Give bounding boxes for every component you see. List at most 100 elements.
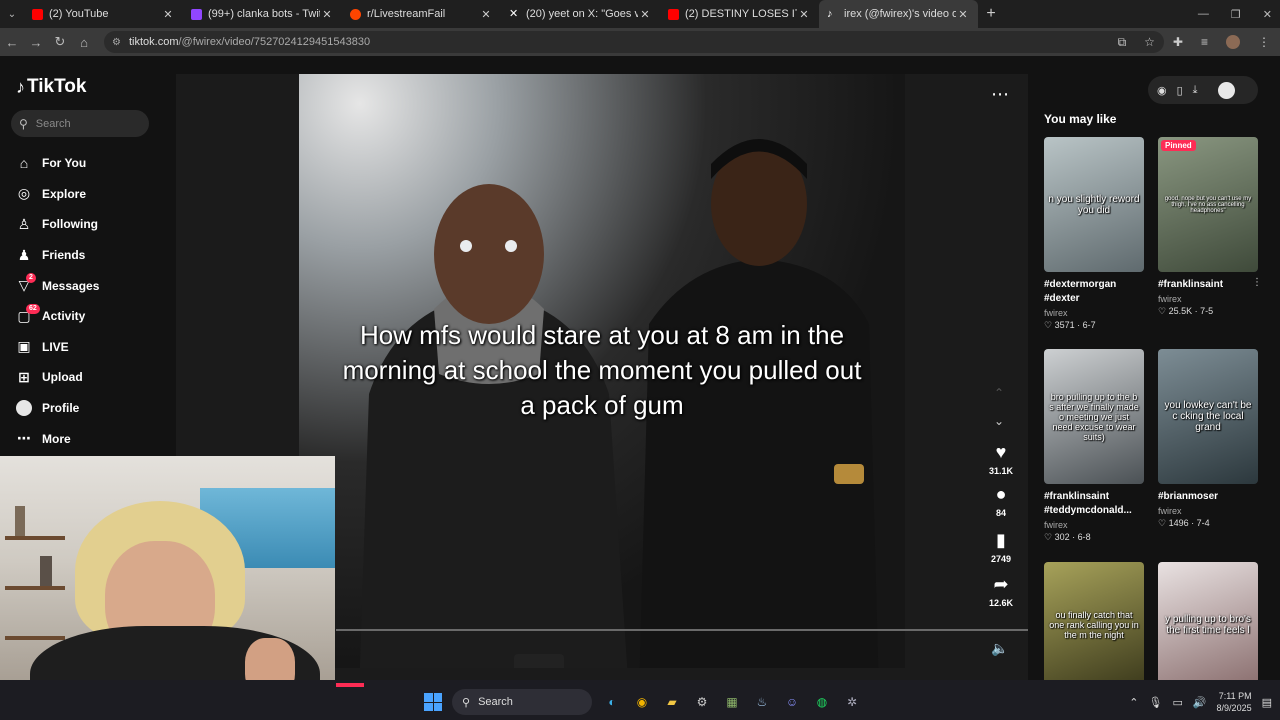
video-thumbnail[interactable]: y pulling up to bro's the first time fee… bbox=[1158, 562, 1258, 687]
video-thumbnail[interactable]: bro pulling up to the b s after we final… bbox=[1044, 349, 1144, 484]
sidebar-item-friends[interactable]: ♟ Friends bbox=[16, 240, 99, 271]
back-icon[interactable]: ← bbox=[0, 35, 24, 50]
tiktok-logo[interactable]: ♪ TikTok bbox=[16, 76, 86, 98]
video-card[interactable]: y pulling up to bro's the first time fee… bbox=[1158, 562, 1258, 687]
minimize-icon[interactable]: — bbox=[1198, 8, 1209, 20]
video-card[interactable]: n you slightly reword you did #dextermor… bbox=[1044, 137, 1144, 331]
tray-overflow-icon[interactable]: ⌃ bbox=[1129, 696, 1138, 709]
sidebar-item-activity[interactable]: ▢ 62 Activity bbox=[16, 301, 99, 332]
microphone-icon[interactable]: 🎙 bbox=[1148, 696, 1162, 709]
tab-close-icon[interactable]: ✕ bbox=[320, 8, 334, 21]
install-app-icon[interactable]: ⧉ bbox=[1118, 35, 1127, 50]
download-icon[interactable]: ⤓ bbox=[1193, 84, 1198, 97]
url-host: tiktok.com bbox=[128, 36, 179, 48]
edge-icon[interactable]: ◐ bbox=[602, 692, 622, 712]
bookmark-star-icon[interactable]: ☆ bbox=[1144, 35, 1155, 49]
card-title[interactable]: #franklinsaint bbox=[1044, 490, 1144, 504]
reload-icon[interactable]: ↻ bbox=[48, 34, 72, 50]
gear-app-icon[interactable]: ✲ bbox=[842, 692, 862, 712]
windows-start-icon[interactable] bbox=[424, 693, 442, 711]
forward-icon[interactable]: → bbox=[24, 35, 48, 50]
site-info-icon[interactable]: ⚙ bbox=[112, 37, 121, 48]
settings-app-icon[interactable]: ⚙ bbox=[692, 692, 712, 712]
video-thumbnail[interactable]: you lowkey can't be c cking the local gr… bbox=[1158, 349, 1258, 484]
network-icon[interactable]: ▭ bbox=[1172, 696, 1182, 709]
new-tab-icon[interactable]: + bbox=[978, 5, 1004, 23]
sidebar-item-more[interactable]: ⋯ More bbox=[16, 423, 99, 454]
tab-close-icon[interactable]: ✕ bbox=[479, 8, 493, 21]
browser-menu-icon[interactable]: ⋮ bbox=[1258, 35, 1270, 49]
video-thumbnail[interactable]: n you slightly reword you did bbox=[1044, 137, 1144, 272]
taskbar-apps: ⚲ Search ◐ ◉ ▰ ⚙ ▦ ♨ ☺ ◍ ✲ bbox=[424, 684, 862, 720]
volume-icon[interactable]: 🔈 bbox=[991, 640, 1008, 657]
close-window-icon[interactable]: ✕ bbox=[1263, 8, 1272, 21]
taskbar-search[interactable]: ⚲ Search bbox=[452, 689, 592, 715]
sidebar-item-for-you[interactable]: ⌂ For You bbox=[16, 148, 99, 179]
card-title[interactable]: #dextermorgan bbox=[1044, 278, 1144, 292]
sidebar-item-explore[interactable]: ◎ Explore bbox=[16, 179, 99, 210]
get-coins-icon[interactable]: ◉ bbox=[1157, 84, 1167, 97]
video-card[interactable]: bro pulling up to the b s after we final… bbox=[1044, 349, 1144, 543]
card-author[interactable]: fwirex bbox=[1158, 506, 1258, 516]
browser-tab[interactable]: (2) YouTube ✕ bbox=[24, 0, 183, 28]
media-controls-icon[interactable]: ≡ bbox=[1201, 35, 1208, 49]
browser-tab-active[interactable]: ♪ irex (@fwirex)'s video of gum | ✕ bbox=[819, 0, 978, 28]
video-thumbnail[interactable]: Pinned good, nope but you can't use my t… bbox=[1158, 137, 1258, 272]
comment-count: 84 bbox=[995, 508, 1006, 518]
url-field[interactable]: ⚙ tiktok.com/@fwirex/video/7527024129451… bbox=[104, 31, 1164, 53]
tab-close-icon[interactable]: ✕ bbox=[797, 8, 811, 21]
card-more-icon[interactable]: ⋮ bbox=[1252, 277, 1262, 288]
video-card[interactable]: you lowkey can't be c cking the local gr… bbox=[1158, 349, 1258, 529]
next-video-icon[interactable]: ⌄ bbox=[994, 414, 1004, 428]
search-input[interactable]: ⚲ Search bbox=[11, 110, 149, 137]
notifications-icon[interactable]: ▤ bbox=[1262, 696, 1272, 709]
user-avatar[interactable] bbox=[1217, 81, 1235, 99]
card-author[interactable]: fwirex bbox=[1158, 294, 1258, 304]
volume-tray-icon[interactable]: 🔊 bbox=[1193, 696, 1207, 709]
browser-profile-avatar[interactable] bbox=[1226, 35, 1240, 49]
card-title[interactable]: #teddymcdonald... bbox=[1044, 504, 1144, 518]
tab-close-icon[interactable]: ✕ bbox=[161, 8, 175, 21]
like-button[interactable]: ♥ 31.1K bbox=[976, 442, 1026, 476]
browser-tab[interactable]: ✕ (20) yeet on X: "Goes viral for s ✕ bbox=[501, 0, 660, 28]
card-author[interactable]: fwirex bbox=[1044, 520, 1144, 530]
video-card[interactable]: ou finally catch that one rank calling y… bbox=[1044, 562, 1144, 687]
extensions-icon[interactable]: ✚ bbox=[1173, 35, 1183, 49]
sidebar-item-live[interactable]: ▣ LIVE bbox=[16, 332, 99, 363]
game-app-icon[interactable]: ▦ bbox=[722, 692, 742, 712]
video-thumbnail[interactable]: ou finally catch that one rank calling y… bbox=[1044, 562, 1144, 687]
browser-tab[interactable]: (99+) clanka bots - Twitch ✕ bbox=[183, 0, 342, 28]
get-app-icon[interactable]: ▯ bbox=[1177, 84, 1183, 97]
card-title[interactable]: #dexter bbox=[1044, 292, 1144, 306]
sidebar-item-upload[interactable]: ⊞ Upload bbox=[16, 362, 99, 393]
card-author[interactable]: fwirex bbox=[1044, 308, 1144, 318]
home-icon[interactable]: ⌂ bbox=[72, 35, 96, 50]
tab-search-dropdown-icon[interactable]: ⌄ bbox=[0, 0, 24, 28]
file-explorer-icon[interactable]: ▰ bbox=[662, 692, 682, 712]
share-button[interactable]: ➦ 12.6K bbox=[976, 574, 1026, 608]
tab-close-icon[interactable]: ✕ bbox=[638, 8, 652, 21]
video-more-options-icon[interactable]: ⋯ bbox=[991, 84, 1010, 105]
system-clock[interactable]: 7:11 PM 8/9/2025 bbox=[1217, 690, 1252, 714]
restore-icon[interactable]: ❐ bbox=[1231, 8, 1241, 21]
spotify-icon[interactable]: ◍ bbox=[812, 692, 832, 712]
video-player[interactable]: How mfs would stare at you at 8 am in th… bbox=[299, 74, 905, 668]
clock-date: 8/9/2025 bbox=[1216, 703, 1252, 713]
card-title[interactable]: #franklinsaint bbox=[1158, 278, 1258, 292]
sidebar-item-profile[interactable]: Profile bbox=[16, 393, 99, 424]
previous-video-icon[interactable]: ⌃ bbox=[994, 386, 1004, 400]
video-progress-bar[interactable] bbox=[336, 629, 1028, 631]
browser-tab[interactable]: (2) DESTINY LOSES IT At Asmo ✕ bbox=[660, 0, 819, 28]
sidebar-item-messages[interactable]: ▽ 2 Messages bbox=[16, 270, 99, 301]
video-card[interactable]: Pinned good, nope but you can't use my t… bbox=[1158, 137, 1262, 317]
discord-icon[interactable]: ☺ bbox=[782, 692, 802, 712]
card-title[interactable]: #brianmoser bbox=[1158, 490, 1258, 504]
save-button[interactable]: ▮ 2749 bbox=[976, 530, 1026, 564]
tab-close-icon[interactable]: ✕ bbox=[956, 8, 970, 21]
sidebar-item-following[interactable]: ♙ Following bbox=[16, 209, 99, 240]
steam-icon[interactable]: ♨ bbox=[752, 692, 772, 712]
comment-button[interactable]: ● 84 bbox=[976, 484, 1026, 518]
right-toolbar: ◉ ▯ ⤓ bbox=[1148, 76, 1258, 104]
browser-tab[interactable]: r/LivestreamFail ✕ bbox=[342, 0, 501, 28]
chrome-icon[interactable]: ◉ bbox=[632, 692, 652, 712]
